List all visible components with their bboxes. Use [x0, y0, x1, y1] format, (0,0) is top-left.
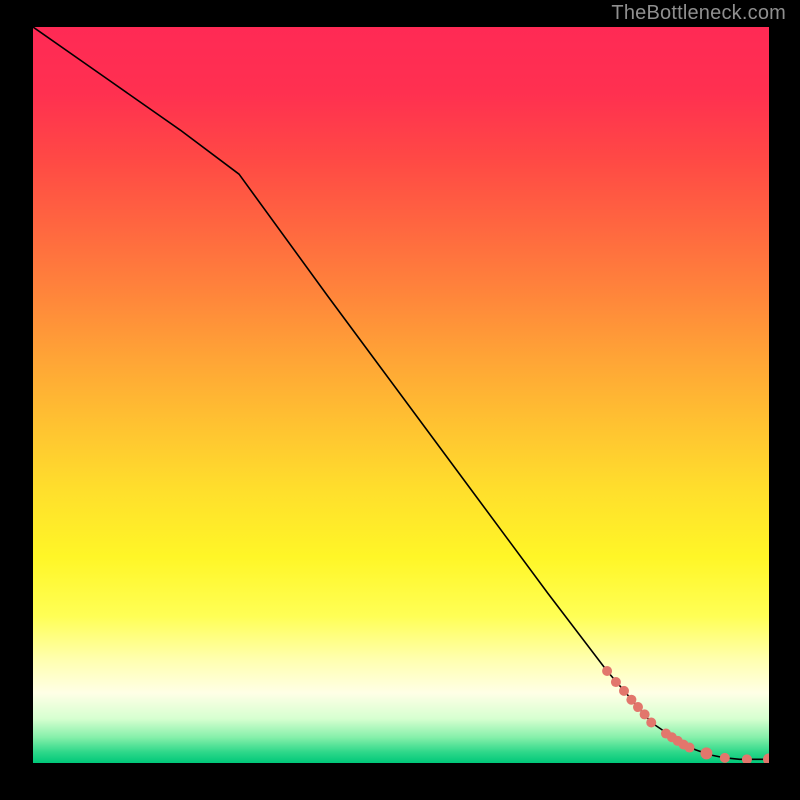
plot-area: [33, 27, 769, 763]
data-marker: [700, 747, 712, 759]
data-marker: [619, 686, 629, 696]
chart-container: TheBottleneck.com: [0, 0, 800, 800]
data-marker: [720, 753, 730, 763]
data-marker: [640, 709, 650, 719]
data-marker: [646, 718, 656, 728]
data-marker: [685, 743, 695, 753]
attribution-text: TheBottleneck.com: [611, 2, 786, 25]
chart-svg: [33, 27, 769, 763]
data-marker: [602, 666, 612, 676]
data-marker: [611, 677, 621, 687]
